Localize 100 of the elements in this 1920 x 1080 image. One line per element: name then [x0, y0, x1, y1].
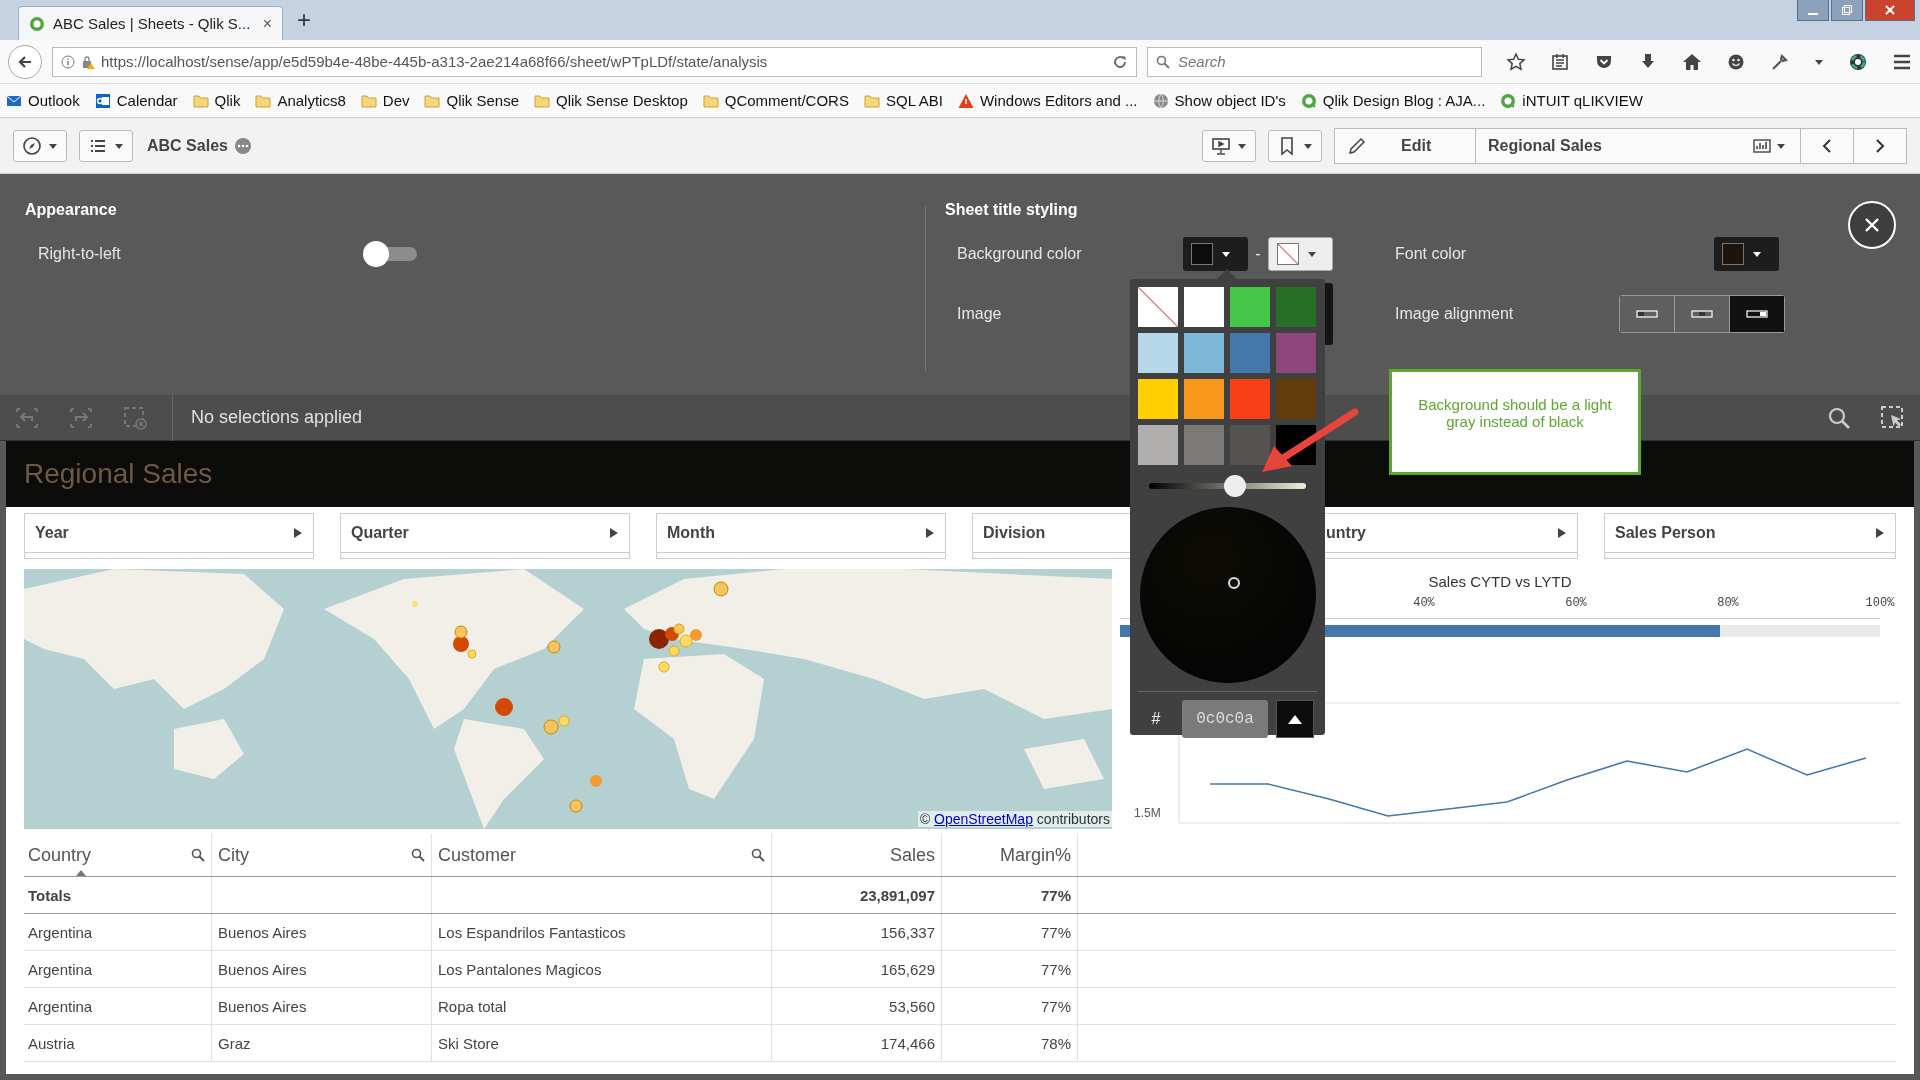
alignment-icon — [1691, 309, 1713, 319]
color-swatch[interactable] — [1184, 333, 1224, 373]
color-swatch[interactable] — [1276, 333, 1316, 373]
color-swatch[interactable] — [1276, 287, 1316, 327]
table-cell: Argentina — [28, 997, 93, 1015]
table-cell: Buenos Aires — [218, 997, 307, 1015]
color-swatch[interactable] — [1230, 333, 1270, 373]
column-header[interactable]: Country — [24, 834, 212, 876]
alignment-button[interactable] — [1674, 296, 1729, 332]
section-heading: Sheet title styling — [945, 201, 1079, 219]
toggle-switch[interactable] — [363, 241, 417, 267]
bookmark[interactable]: Show object ID's — [1152, 92, 1286, 109]
color-swatch[interactable] — [1230, 425, 1270, 465]
bookmark[interactable]: QComment/CORS — [702, 92, 849, 109]
column-header[interactable]: Sales — [772, 834, 942, 876]
maximize-button[interactable] — [1831, 0, 1863, 21]
eyedropper-icon[interactable] — [1770, 51, 1790, 72]
axis-label: 1.5M — [1134, 806, 1161, 820]
warning-icon — [957, 92, 974, 109]
setting-label: Font color — [1395, 245, 1468, 263]
filter-pane[interactable]: Year — [24, 513, 314, 559]
selection-tool-icon[interactable] — [1880, 404, 1906, 431]
folder-icon — [534, 92, 551, 109]
reload-icon[interactable] — [1112, 53, 1128, 70]
color-swatch[interactable] — [1138, 379, 1178, 419]
search-icon[interactable] — [191, 848, 205, 862]
bookmark[interactable]: SQL ABI — [863, 92, 943, 109]
bookmark[interactable]: Qlik Sense Desktop — [534, 92, 688, 109]
color-swatch[interactable] — [1138, 333, 1178, 373]
setting-label: Right-to-left — [37, 245, 122, 263]
search-icon — [1156, 54, 1170, 69]
back-button[interactable] — [8, 44, 42, 79]
color-dropdown[interactable] — [1268, 237, 1333, 271]
close-button[interactable] — [1848, 201, 1896, 249]
folder-icon — [255, 92, 272, 109]
filter-pane[interactable]: Month — [656, 513, 946, 559]
lightness-slider[interactable] — [1149, 475, 1306, 497]
browser-tab[interactable]: ABC Sales | Sheets - Qlik S... × — [18, 6, 283, 40]
bookmark[interactable]: Dev — [360, 92, 410, 109]
color-swatch[interactable] — [1276, 379, 1316, 419]
table-cell: Argentina — [28, 960, 93, 978]
star-icon[interactable] — [1506, 51, 1526, 72]
color-dropdown[interactable] — [1183, 237, 1248, 271]
color-swatch[interactable] — [1230, 379, 1270, 419]
color-swatch[interactable] — [1184, 287, 1224, 327]
search-field[interactable]: Search — [1147, 46, 1482, 77]
present-button[interactable] — [1202, 129, 1256, 162]
caret-icon — [1752, 249, 1762, 259]
bookmark[interactable]: iNTUIT qLIKVIEW — [1500, 92, 1643, 109]
color-dropdown[interactable] — [1714, 237, 1779, 271]
color-swatch[interactable] — [1138, 287, 1178, 327]
edit-button[interactable]: Edit — [1335, 128, 1476, 163]
more-options-icon[interactable] — [233, 136, 252, 155]
bookmark[interactable]: Analytics8 — [255, 92, 346, 109]
bookmark[interactable]: Qlik Sense — [424, 92, 520, 109]
alignment-icon — [1636, 309, 1658, 319]
color-swatch[interactable] — [1184, 425, 1224, 465]
alignment-button[interactable] — [1620, 296, 1674, 332]
global-menu-button[interactable] — [79, 129, 133, 162]
sheet-name: Regional Sales — [1487, 135, 1603, 156]
openstreetmap-link[interactable]: OpenStreetMap — [934, 811, 1033, 827]
home-icon[interactable] — [1682, 51, 1702, 72]
table-cell: Graz — [218, 1034, 251, 1052]
totals-cell: Totals — [28, 886, 72, 904]
bookmark-button[interactable] — [1268, 129, 1322, 162]
reading-list-icon[interactable] — [1550, 51, 1570, 72]
bookmark[interactable]: Outlook — [6, 92, 80, 109]
expand-arrow-icon — [1557, 527, 1567, 539]
color-wheel-icon[interactable] — [1848, 51, 1868, 72]
collapse-button[interactable] — [1276, 700, 1314, 738]
address-bar[interactable]: https://localhost/sense/app/e5d59b4e-48be-445b-a313-2ae214a68f66/sheet/wPTpLDf/state/analysis — [52, 46, 1137, 77]
color-swatch[interactable] — [1138, 425, 1178, 465]
alignment-button[interactable] — [1729, 296, 1784, 332]
expand-arrow-icon — [925, 527, 935, 539]
navigation-menu-button[interactable] — [13, 129, 67, 162]
bookmark[interactable]: Qlik — [192, 92, 241, 109]
column-header[interactable]: Customer — [432, 834, 772, 876]
window-close-button[interactable] — [1865, 0, 1915, 21]
new-tab-button[interactable]: + — [297, 6, 311, 34]
search-icon[interactable] — [751, 848, 765, 862]
tab-title: ABC Sales | Sheets - Qlik S... — [53, 15, 252, 32]
search-icon[interactable] — [411, 848, 425, 862]
bookmark[interactable]: Calendar — [94, 92, 178, 109]
table-cell: Buenos Aires — [218, 960, 307, 978]
color-swatch[interactable] — [1184, 379, 1224, 419]
filter-pane[interactable]: Quarter — [340, 513, 630, 559]
expand-arrow-icon — [293, 527, 303, 539]
map-attribution: © OpenStreetMap contributors — [917, 811, 1112, 827]
section-heading: Appearance — [25, 201, 118, 219]
color-swatch[interactable] — [1230, 287, 1270, 327]
column-header[interactable]: Margin% — [942, 834, 1078, 876]
tab-close-button[interactable]: × — [262, 14, 272, 33]
filter-pane[interactable]: Sales Person — [1604, 513, 1896, 559]
column-header[interactable]: City — [212, 834, 432, 876]
minimize-button[interactable] — [1797, 0, 1829, 21]
bookmark[interactable]: Qlik Design Blog : AJA... — [1300, 92, 1486, 109]
bookmark[interactable]: Windows Editors and ... — [957, 92, 1138, 109]
folder-icon — [192, 92, 209, 109]
slider-thumb[interactable] — [1224, 475, 1247, 497]
axis-tick-label: 40% — [1413, 596, 1435, 610]
